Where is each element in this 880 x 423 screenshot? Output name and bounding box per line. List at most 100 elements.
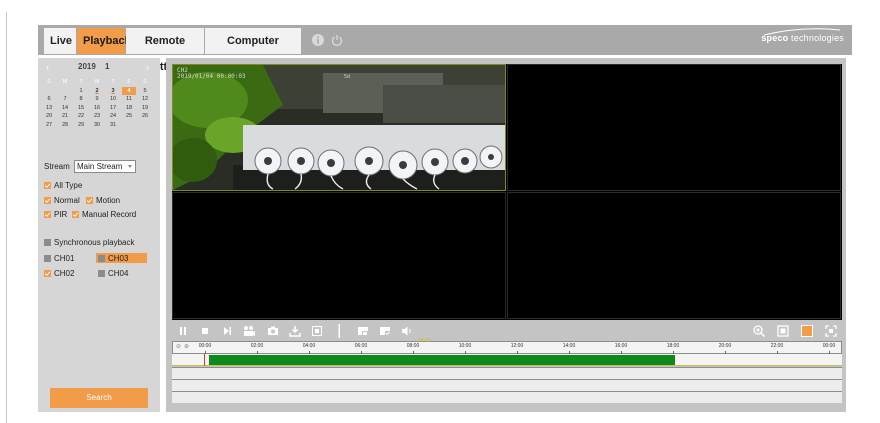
zoom-in-icon[interactable] <box>752 324 766 338</box>
video-cell-3[interactable] <box>172 192 506 319</box>
check-icon <box>44 197 51 204</box>
video-cell-1[interactable]: CH2 2019/01/04 00:00:03 5d <box>168 64 506 191</box>
zoom-in-small-icon[interactable]: ⊕ <box>184 343 189 350</box>
checkbox-empty-icon <box>44 239 51 246</box>
camera-fps-icon[interactable] <box>242 324 256 338</box>
calendar-day[interactable]: 19 <box>138 104 152 113</box>
step-forward-icon[interactable] <box>220 324 234 338</box>
tab-live[interactable]: Live <box>44 28 76 54</box>
timeline[interactable]: ⊖ ⊕ 00:00 02:00 04:00 06:00 08:00 10:00 12:00 1… <box>172 338 842 405</box>
calendar-day[interactable]: 28 <box>58 121 72 130</box>
download-icon[interactable] <box>288 324 302 338</box>
power-icon[interactable] <box>330 33 344 47</box>
check-icon <box>44 270 51 277</box>
save-icon[interactable] <box>378 324 392 338</box>
calendar-day[interactable]: 2 <box>90 87 104 96</box>
separator-icon <box>332 324 346 338</box>
check-icon <box>44 211 51 218</box>
tab-playback[interactable]: Playback <box>77 28 131 54</box>
calendar-day[interactable]: 15 <box>74 104 88 113</box>
osd-datetime: 2019/01/04 00:00:03 <box>177 73 246 80</box>
calendar-day[interactable]: 1 <box>74 87 88 96</box>
tab-remote-setting[interactable]: Remote Setting <box>126 28 204 73</box>
calendar-header: ‹ 2019 1 › <box>42 62 156 74</box>
calendar-day[interactable]: 12 <box>138 95 152 104</box>
stop-icon[interactable] <box>198 324 212 338</box>
timeline-track-2[interactable] <box>172 367 842 379</box>
calendar-day[interactable]: 23 <box>90 112 104 121</box>
clip-icon[interactable] <box>310 324 324 338</box>
checkbox-motion-label: Motion <box>96 196 121 205</box>
calendar-day[interactable]: 31 <box>106 121 120 130</box>
info-icon[interactable] <box>311 33 325 47</box>
calendar-day[interactable]: 30 <box>90 121 104 130</box>
calendar-day[interactable]: 21 <box>58 112 72 121</box>
timeline-hour-label: 18:00 <box>666 343 680 349</box>
calendar-day[interactable]: 14 <box>58 104 72 113</box>
video-grid: CH2 2019/01/04 00:00:03 5d <box>168 64 842 320</box>
fullscreen-icon[interactable] <box>824 324 838 338</box>
chevron-right-icon[interactable]: › <box>146 62 149 72</box>
timeline-hour-label: 12:00 <box>510 343 524 349</box>
calendar-week-row: 12345 <box>42 86 156 96</box>
osd-extra: 5d <box>344 74 351 80</box>
timeline-track-3[interactable] <box>172 379 842 391</box>
calendar-day[interactable]: 10 <box>106 95 120 104</box>
chevron-left-icon[interactable]: ‹ <box>46 62 49 72</box>
calendar-day[interactable]: 6 <box>42 95 56 104</box>
calendar-weekday: M <box>62 79 68 85</box>
calendar-week-row: 20 21 22 23 24 25 26 <box>42 112 156 121</box>
checkbox-manual-record-label: Manual Record <box>82 210 137 219</box>
layout-1-icon[interactable] <box>776 324 790 338</box>
timeline-hour-label: 16:00 <box>614 343 628 349</box>
calendar-day[interactable]: 24 <box>106 112 120 121</box>
timeline-hour-label: 22:00 <box>770 343 784 349</box>
calendar-day[interactable]: 16 <box>90 104 104 113</box>
calendar-day[interactable]: 17 <box>106 104 120 113</box>
video-cell-2[interactable] <box>507 64 841 191</box>
tab-computer-settings[interactable]: Computer Settings <box>205 28 301 73</box>
calendar-day[interactable]: 5 <box>138 87 152 96</box>
calendar-day[interactable]: 8 <box>74 95 88 104</box>
calendar-weekday: S <box>143 79 147 85</box>
video-cell-4[interactable] <box>507 192 841 319</box>
calendar-day[interactable]: 7 <box>58 95 72 104</box>
calendar-day[interactable]: 26 <box>138 112 152 121</box>
channel-ch03-label: CH03 <box>108 254 129 263</box>
calendar-day[interactable]: 11 <box>122 95 136 104</box>
timeline-cursor[interactable] <box>204 354 205 366</box>
checkbox-pir-label: PIR <box>54 210 68 219</box>
recording-segment[interactable] <box>209 355 675 365</box>
checkbox-synchronous-playback-label: Synchronous playback <box>54 238 135 247</box>
zoom-out-icon[interactable]: ⊖ <box>176 343 181 350</box>
calendar-day[interactable]: 22 <box>74 112 88 121</box>
snapshot-icon[interactable] <box>266 324 280 338</box>
folder-icon[interactable] <box>356 324 370 338</box>
checkbox-all-type-label: All Type <box>54 181 83 190</box>
stream-select[interactable]: Main Stream <box>74 160 136 173</box>
pause-icon[interactable] <box>176 324 190 338</box>
calendar: ‹ 2019 1 › S M T W T F S 1 2 3 4 5 6 7 8 9 10 11 12 13 14 15 1… <box>42 62 156 160</box>
calendar-day[interactable]: 4 <box>122 86 136 95</box>
timeline-hour-label: 14:00 <box>562 343 576 349</box>
calendar-day[interactable]: 13 <box>42 104 56 113</box>
check-icon <box>72 211 79 218</box>
calendar-day[interactable]: 3 <box>106 87 120 96</box>
calendar-day[interactable]: 29 <box>74 121 88 130</box>
timeline-hour-label: 06:00 <box>354 343 368 349</box>
calendar-day[interactable]: 27 <box>42 121 56 130</box>
calendar-grid: S M T W T F S 1 2 3 4 5 6 7 8 9 10 11 12 13 14 15 16 17 18 19 20 21… <box>42 78 156 129</box>
timeline-hour-label: 10:00 <box>458 343 472 349</box>
calendar-day[interactable]: 9 <box>90 95 104 104</box>
playback-sidebar: ‹ 2019 1 › S M T W T F S 1 2 3 4 5 6 7 8 9 10 11 12 13 14 15 1… <box>38 58 160 412</box>
checkbox-empty-icon <box>44 255 51 262</box>
search-button[interactable]: Search <box>50 388 148 408</box>
checkbox-normal-label: Normal <box>54 196 80 205</box>
calendar-day[interactable]: 18 <box>122 104 136 113</box>
calendar-day[interactable]: 20 <box>42 112 56 121</box>
calendar-day[interactable]: 25 <box>122 112 136 121</box>
timeline-track-4[interactable] <box>172 391 842 403</box>
volume-icon[interactable] <box>400 324 414 338</box>
left-divider <box>6 12 7 423</box>
layout-4-icon[interactable] <box>800 324 814 338</box>
